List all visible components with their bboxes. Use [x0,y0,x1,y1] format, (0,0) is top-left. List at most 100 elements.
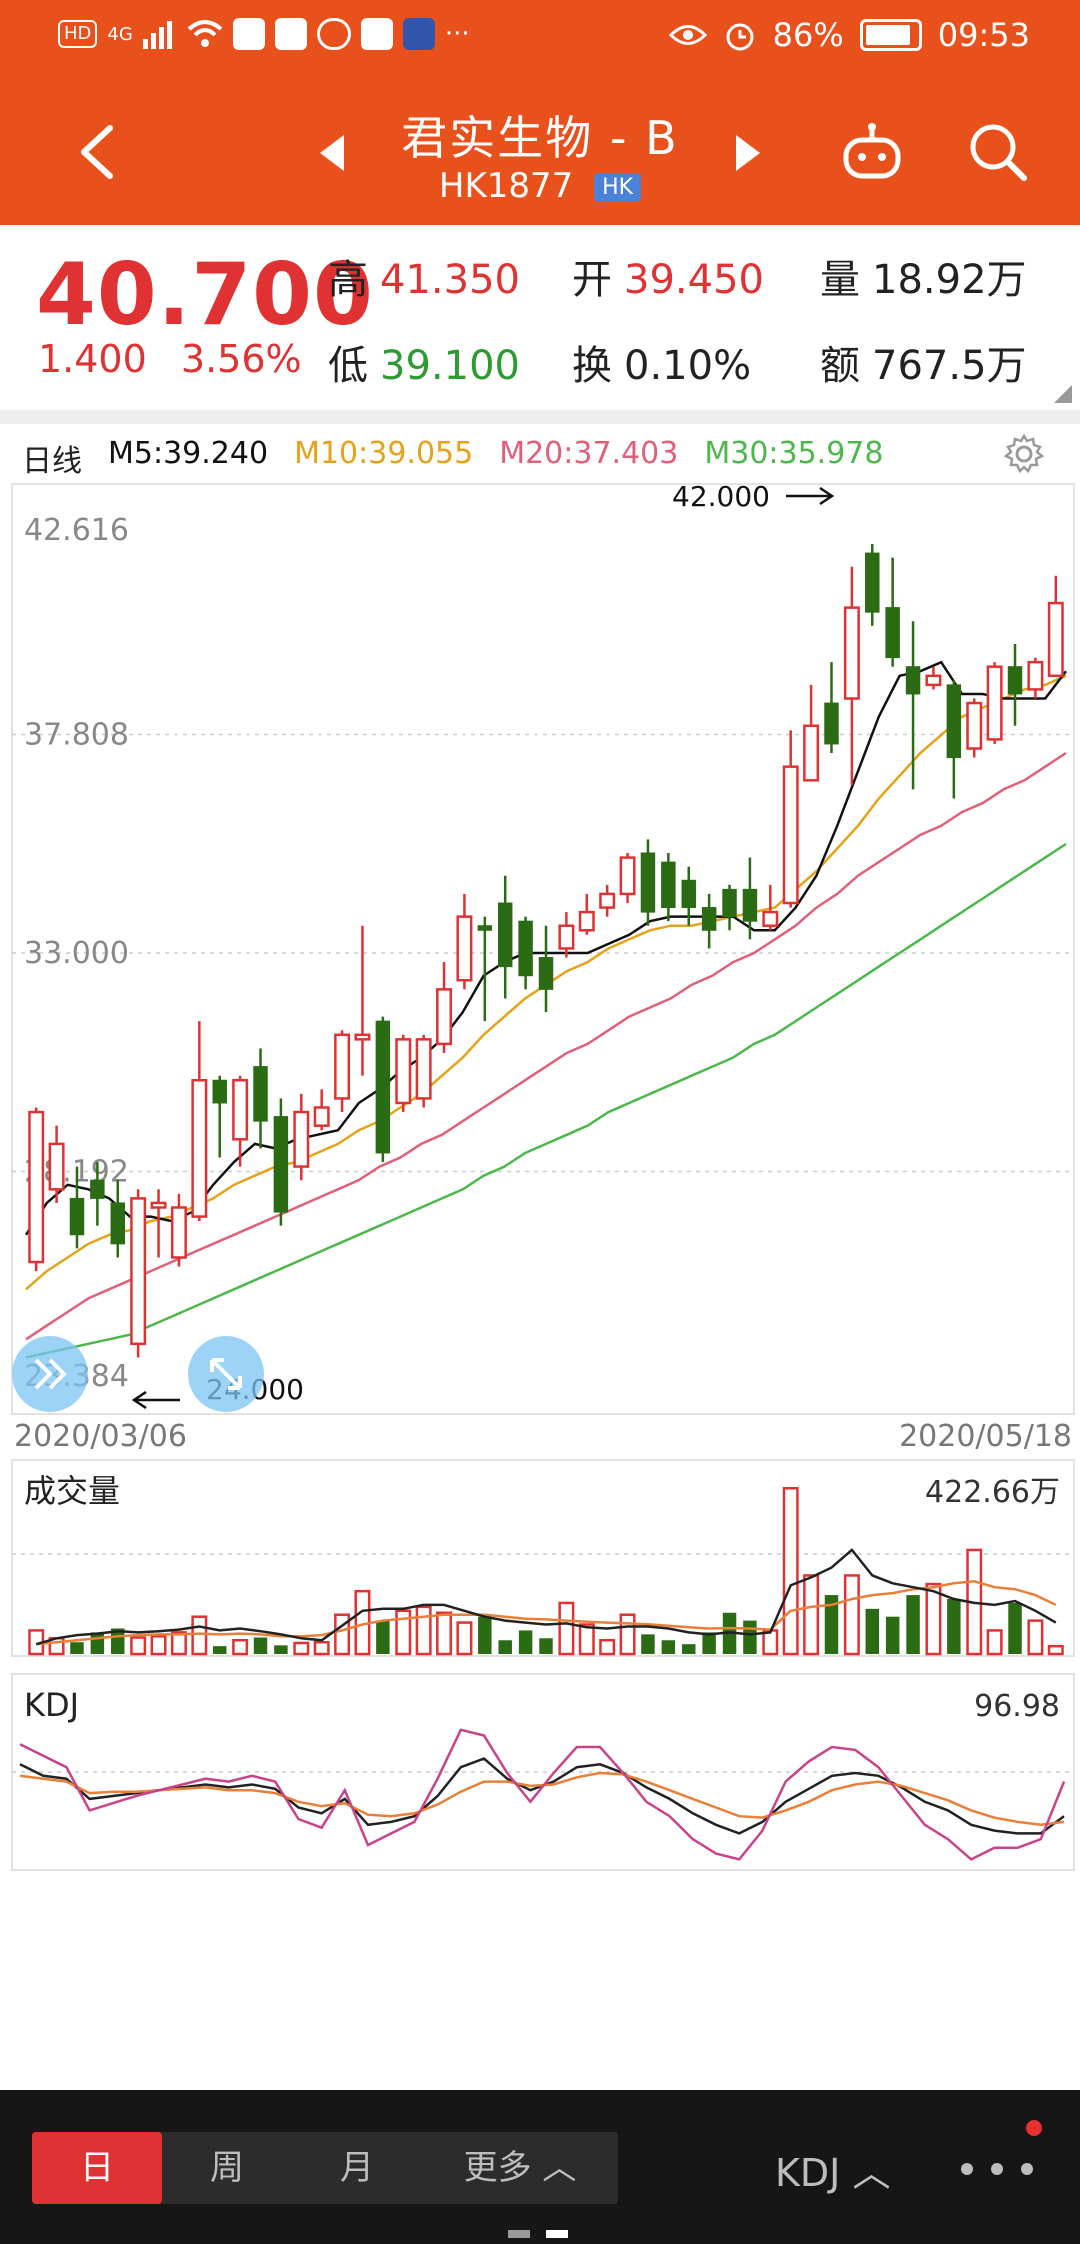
candle-body-down [538,957,554,990]
expand-corner-icon[interactable] [1054,385,1072,403]
app-notification-icon [402,18,435,50]
stock-code: HK1877 [438,166,574,206]
volume-bar-down [70,1642,84,1654]
candle-body-down [497,902,513,968]
more-notifications-icon: ··· [444,19,470,49]
max-arrow-icon [786,486,835,506]
candle-body-down [865,552,880,613]
market-badge: HK [594,173,642,202]
volume-bar-down [376,1620,390,1654]
volume-bar-down [274,1645,288,1654]
volume-bar-down [682,1644,696,1654]
volume-bar-up [1027,1619,1044,1656]
price-change-row: 1.400 3.56% [38,337,324,381]
price-tick-label: 42.616 [24,513,129,548]
volume-bar-up [1047,1644,1064,1656]
search-icon[interactable] [966,120,1030,184]
next-stock-icon[interactable] [736,135,760,171]
candle-body-up [130,1197,147,1346]
volume-title: 成交量 [24,1472,120,1510]
candle-body-down [253,1066,268,1122]
turnover-value: 0.10% [624,343,752,389]
signal-icon [142,21,172,49]
candle-body-down [885,607,900,659]
stock-code-row: HK1877 HK [0,166,1080,206]
amount-stat: 额 767.5万 [820,343,1027,389]
volume-bar-down [865,1608,880,1654]
volume-bar-down [1008,1602,1022,1654]
battery-icon [859,19,922,51]
volume-stat: 量 18.92万 [820,257,1027,303]
candle-body-down [69,1197,85,1236]
volume-bar-up [191,1615,208,1656]
candle-body-up [415,1038,432,1100]
volume-bar-up [782,1487,799,1656]
candle-body-down [681,879,696,909]
network-type: 4G [107,23,133,45]
candle-body-up [191,1078,208,1218]
volume-bar-up [334,1613,351,1656]
wechat-icon [316,18,351,50]
candle-body-up [803,724,820,782]
volume-bar-down [743,1620,757,1654]
volume-bar-up [415,1605,432,1656]
tab-week[interactable]: 周 [162,2132,292,2204]
candle-panel-frame [11,483,1075,1415]
volume-bar-up [232,1639,249,1656]
alarm-icon [726,23,754,51]
volume-bar-down [885,1616,900,1654]
low-value: 39.100 [380,343,520,389]
candle-body-down [742,888,758,922]
amount-value: 767.5万 [872,343,1027,389]
candle-body-up [313,1106,330,1127]
tab-month[interactable]: 月 [292,2132,422,2204]
volume-bar-up [558,1601,575,1656]
price-tick-label: 33.000 [24,936,129,971]
volume-bar-down [90,1632,105,1654]
volume-bar-up [456,1621,473,1656]
candle-body-down [212,1079,227,1104]
candle-body-up [843,606,860,700]
tab-more[interactable]: 更多 ︿ [422,2132,618,2204]
volume-bar-up [293,1641,310,1656]
app-notification-icon [274,18,307,50]
candle-body-up [354,1033,371,1041]
ma30-line [25,842,1067,1359]
candle-body-up [782,765,799,905]
candle-body-down [477,925,493,931]
more-options-icon[interactable] [960,2162,1034,2176]
volume-bar-up [619,1613,636,1656]
candle-body-down [722,888,737,918]
candle-body-down [661,861,676,909]
candle-body-down [946,684,962,759]
volume-bar-down [661,1640,676,1654]
turnover-stat: 换 0.10% [572,343,752,389]
candle-body-down [90,1179,105,1199]
volume-bar-down [498,1640,512,1654]
status-bar: HD 4G ··· 86% 09:53 [0,0,1080,80]
battery-percent: 86% [772,16,844,54]
app-notification-icon [232,18,265,50]
volume-ma-lines [35,1548,1057,1646]
bottom-toolbar: 日 周 月 更多 ︿ KDJ ︿ [0,2090,1080,2244]
robot-assistant-icon[interactable] [840,120,904,184]
candle-body-up [762,910,779,927]
period-tabs: 日 周 月 更多 ︿ [32,2132,618,2204]
indicator-selector[interactable]: KDJ ︿ [775,2142,890,2197]
candle-body-up [436,988,453,1046]
kdj-lines [19,1728,1066,1861]
candle-body-up [1027,660,1044,691]
chart-area[interactable]: 日线 M5:39.240 M10:39.055 M20:37.403 M30:3… [0,424,1080,2090]
eye-icon [668,25,707,45]
stock-name: 君实生物 - B [401,111,679,165]
price-tick-label: 37.808 [24,718,129,753]
volume-bar-up [130,1636,147,1656]
low-stat: 低 39.100 [328,343,520,389]
volume-bar-up [578,1623,595,1656]
tab-day[interactable]: 日 [32,2132,162,2204]
volume-bar-up [436,1611,453,1656]
candle-body-down [701,907,717,931]
stock-chart[interactable]: 42.61637.80833.00028.19223.384 42.000 24… [0,424,1080,2090]
candle-body-up [1047,601,1064,678]
price-change-percent: 3.56% [180,337,302,381]
